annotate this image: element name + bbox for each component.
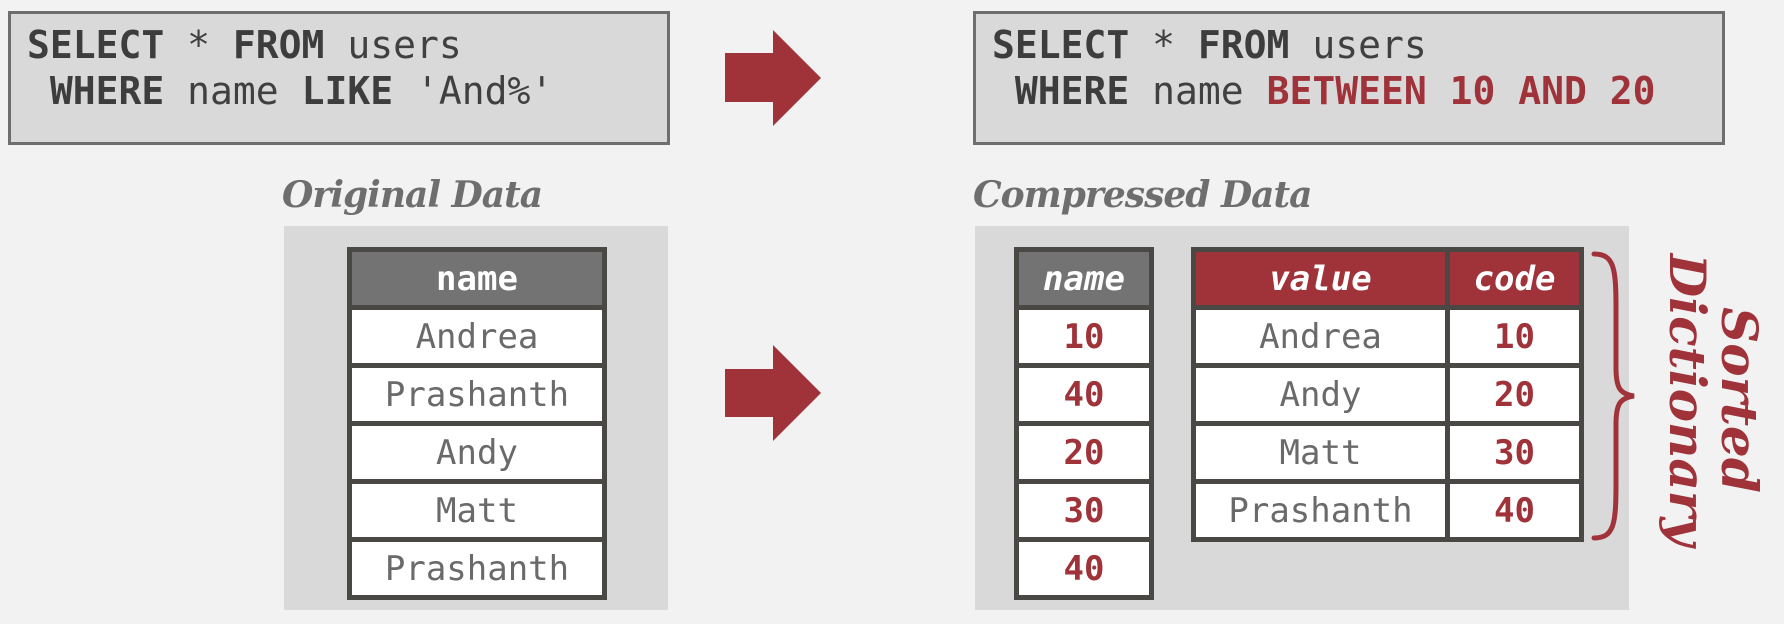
query-line-1: SELECT * FROM users (992, 23, 1427, 67)
original-name-table: name Andrea Prashanth Andy Matt Prashant… (347, 247, 607, 600)
compressed-query-box: SELECT * FROM users WHERE name BETWEEN 1… (973, 11, 1725, 145)
table-row: Prashanth 40 (1191, 479, 1584, 542)
code-cell: 30 (1445, 421, 1584, 484)
column-header-code: code (1445, 247, 1584, 310)
curly-brace-icon (1591, 251, 1635, 541)
original-query-box: SELECT * FROM users WHERE name LIKE 'And… (8, 11, 670, 145)
table-row: Andrea 10 (1191, 305, 1584, 368)
code-cell: 20 (1445, 363, 1584, 426)
cell: 20 (1014, 421, 1154, 484)
arrow-right-icon (725, 345, 821, 441)
cell: 30 (1014, 479, 1154, 542)
table-row: Andy (347, 421, 607, 484)
cell: Andrea (347, 305, 607, 368)
table-row: 10 (1014, 305, 1154, 368)
table-row: 30 (1014, 479, 1154, 542)
rewritten-predicate: BETWEEN 10 AND 20 (1266, 69, 1656, 113)
code-cell: 40 (1445, 479, 1584, 542)
query-line-2: WHERE name BETWEEN 10 AND 20 (1014, 69, 1656, 113)
table-row: Andrea (347, 305, 607, 368)
table-row: Matt (347, 479, 607, 542)
arrow-right-icon (725, 30, 821, 126)
compressed-data-title: Compressed Data (973, 174, 1312, 216)
value-cell: Andrea (1191, 305, 1450, 368)
table-row: 40 (1014, 363, 1154, 426)
query-line-2: WHERE name LIKE 'And%' (49, 69, 554, 113)
sorted-dictionary-label: Sorted Dictionary (1658, 253, 1769, 547)
cell: Prashanth (347, 363, 607, 426)
value-cell: Matt (1191, 421, 1450, 484)
cell: 40 (1014, 363, 1154, 426)
column-header-value: value (1191, 247, 1450, 310)
query-line-1: SELECT * FROM users (27, 23, 462, 67)
table-row: Matt 30 (1191, 421, 1584, 484)
column-header: name (347, 247, 607, 310)
cell: 40 (1014, 537, 1154, 600)
table-row: Andy 20 (1191, 363, 1584, 426)
table-row: Prashanth (347, 537, 607, 600)
value-cell: Andy (1191, 363, 1450, 426)
table-row: Prashanth (347, 363, 607, 426)
cell: Andy (347, 421, 607, 484)
column-header: name (1014, 247, 1154, 310)
table-row: 20 (1014, 421, 1154, 484)
original-data-title: Original Data (282, 174, 543, 216)
table-row: 40 (1014, 537, 1154, 600)
value-cell: Prashanth (1191, 479, 1450, 542)
encoded-name-table: name 10 40 20 30 40 (1014, 247, 1154, 600)
cell: 10 (1014, 305, 1154, 368)
dictionary-table: value code Andrea 10 Andy 20 Matt 30 Pra… (1191, 247, 1584, 542)
code-cell: 10 (1445, 305, 1584, 368)
cell: Prashanth (347, 537, 607, 600)
cell: Matt (347, 479, 607, 542)
